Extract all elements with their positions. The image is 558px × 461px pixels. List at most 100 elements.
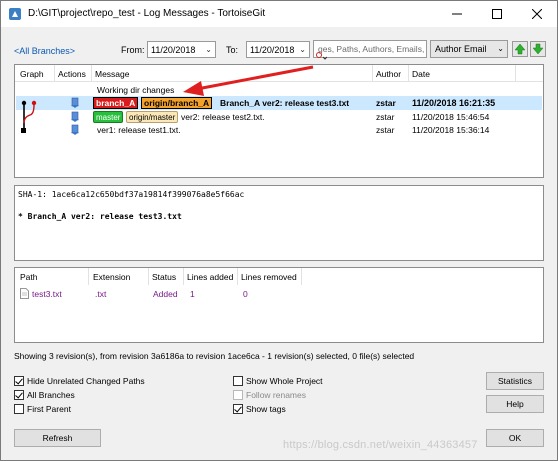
changed-files-list[interactable]: Path Extension Status Lines added Lines … xyxy=(14,267,544,343)
all-branches-link[interactable]: <All Branches> xyxy=(14,46,75,56)
show-whole-project-checkbox[interactable]: Show Whole Project xyxy=(233,375,323,387)
log-list-header: Graph Actions Message Author Date xyxy=(15,65,543,82)
help-button[interactable]: Help xyxy=(486,395,544,413)
log-list[interactable]: Graph Actions Message Author Date Workin… xyxy=(14,64,544,178)
down-arrow-icon[interactable] xyxy=(530,41,546,57)
commit-node-root xyxy=(21,128,26,133)
show-tags-checkbox[interactable]: Show tags xyxy=(233,403,286,415)
checkbox-box[interactable] xyxy=(14,376,24,386)
chevron-down-icon: ⌄ xyxy=(205,45,212,54)
column-separator xyxy=(148,268,149,285)
column-header-date[interactable]: Date xyxy=(412,69,430,79)
checkbox-box[interactable] xyxy=(233,376,243,386)
filter-by-value: Author Email xyxy=(435,44,487,54)
log-message[interactable]: ver1: release test1.txt. xyxy=(97,125,181,135)
checkbox-box xyxy=(233,390,243,400)
log-author: zstar xyxy=(376,98,396,108)
show-tags-label: Show tags xyxy=(246,404,286,414)
column-header-lines-added[interactable]: Lines added xyxy=(187,272,233,282)
maximize-icon xyxy=(492,9,502,19)
column-separator xyxy=(301,268,302,285)
commit-action-icon[interactable] xyxy=(69,97,81,109)
column-separator xyxy=(372,65,373,82)
refresh-button[interactable]: Refresh xyxy=(14,429,101,447)
from-label: From: xyxy=(121,45,145,55)
commit-node-branch xyxy=(31,100,37,106)
close-button[interactable] xyxy=(517,1,557,27)
search-filter-icon[interactable] xyxy=(315,52,327,60)
search-placeholder: ges, Paths, Authors, Emails, I xyxy=(318,44,427,54)
column-header-author[interactable]: Author xyxy=(376,69,401,79)
ok-button[interactable]: OK xyxy=(486,429,544,447)
column-separator xyxy=(54,65,55,82)
first-parent-label: First Parent xyxy=(27,404,71,414)
hide-unrelated-label: Hide Unrelated Changed Paths xyxy=(27,376,145,386)
watermark-text: https://blog.csdn.net/weixin_44363457 xyxy=(283,439,478,451)
log-date: 11/20/2018 15:36:14 xyxy=(412,125,490,135)
checkbox-box[interactable] xyxy=(14,404,24,414)
commit-node-master xyxy=(21,100,27,106)
remote-branch-tag: origin/branch_A xyxy=(141,97,213,109)
column-header-lines-removed[interactable]: Lines removed xyxy=(241,272,297,282)
first-parent-checkbox[interactable]: First Parent xyxy=(14,403,71,415)
column-separator xyxy=(408,65,409,82)
show-whole-project-label: Show Whole Project xyxy=(246,376,323,386)
column-header-extension[interactable]: Extension xyxy=(93,272,130,282)
branch-tag: branch_A xyxy=(93,97,139,109)
column-header-path[interactable]: Path xyxy=(20,272,38,282)
column-separator xyxy=(237,268,238,285)
log-message: Branch_A ver2: release test3.txt xyxy=(220,98,350,108)
chevron-down-icon: ⌄ xyxy=(299,45,306,54)
column-separator xyxy=(515,65,516,82)
all-branches-checkbox[interactable]: All Branches xyxy=(14,389,75,401)
maximize-button[interactable] xyxy=(477,1,517,27)
to-date-value: 11/20/2018 xyxy=(250,45,295,55)
filter-by-select[interactable]: Author Email ⌄ xyxy=(430,40,508,58)
master-tag: master xyxy=(93,111,124,123)
log-author: zstar xyxy=(376,125,395,135)
to-label: To: xyxy=(226,45,239,55)
column-separator xyxy=(91,65,92,82)
status-text: Showing 3 revision(s), from revision 3a6… xyxy=(14,351,415,361)
column-header-actions[interactable]: Actions xyxy=(58,69,86,79)
close-icon xyxy=(532,9,542,19)
log-author: zstar xyxy=(376,112,395,122)
column-separator xyxy=(183,268,184,285)
text-file-icon xyxy=(20,288,29,299)
statistics-button[interactable]: Statistics xyxy=(486,372,544,390)
remote-master-tag: origin/master xyxy=(126,111,179,123)
minimize-button[interactable] xyxy=(437,1,477,27)
file-lines-removed: 0 xyxy=(243,289,248,299)
commit-action-icon[interactable] xyxy=(69,124,81,136)
follow-renames-checkbox: Follow renames xyxy=(233,389,306,401)
log-messages-window: D:\GIT\project\repo_test - Log Messages … xyxy=(0,0,558,461)
search-input[interactable]: ges, Paths, Authors, Emails, I xyxy=(313,40,427,58)
up-arrow-icon[interactable] xyxy=(512,41,528,57)
commit-message-pane[interactable]: SHA-1: 1ace6ca12c650bdf37a19814f399076a8… xyxy=(14,185,544,261)
hide-unrelated-checkbox[interactable]: Hide Unrelated Changed Paths xyxy=(14,375,145,387)
checkbox-box[interactable] xyxy=(14,390,24,400)
file-lines-added: 1 xyxy=(190,289,195,299)
chevron-down-icon: ⌄ xyxy=(497,44,504,53)
commit-graph xyxy=(21,100,37,133)
all-branches-label: All Branches xyxy=(27,390,75,400)
log-row-working-dir[interactable]: Working dir changes xyxy=(97,85,174,95)
column-header-message[interactable]: Message xyxy=(95,69,130,79)
minimize-icon xyxy=(452,13,462,15)
commit-body-line: * Branch_A ver2: release test3.txt xyxy=(18,212,182,221)
column-separator xyxy=(88,268,89,285)
tortoisegit-app-icon xyxy=(9,8,21,20)
column-header-status[interactable]: Status xyxy=(152,272,176,282)
follow-renames-label: Follow renames xyxy=(246,390,306,400)
column-header-graph[interactable]: Graph xyxy=(20,69,44,79)
commit-action-icon[interactable] xyxy=(69,111,81,123)
from-date-picker[interactable]: 11/20/2018 ⌄ xyxy=(147,41,216,58)
title-bar: D:\GIT\project\repo_test - Log Messages … xyxy=(1,1,557,27)
log-date: 11/20/2018 15:46:54 xyxy=(412,112,490,122)
window-title: D:\GIT\project\repo_test - Log Messages … xyxy=(28,8,266,19)
checkbox-box[interactable] xyxy=(233,404,243,414)
file-row[interactable]: test3.txt .txt Added 1 0 xyxy=(15,287,543,300)
file-status: Added xyxy=(153,289,178,299)
log-message[interactable]: ver2: release test2.txt. xyxy=(181,112,265,122)
to-date-picker[interactable]: 11/20/2018 ⌄ xyxy=(246,41,310,58)
